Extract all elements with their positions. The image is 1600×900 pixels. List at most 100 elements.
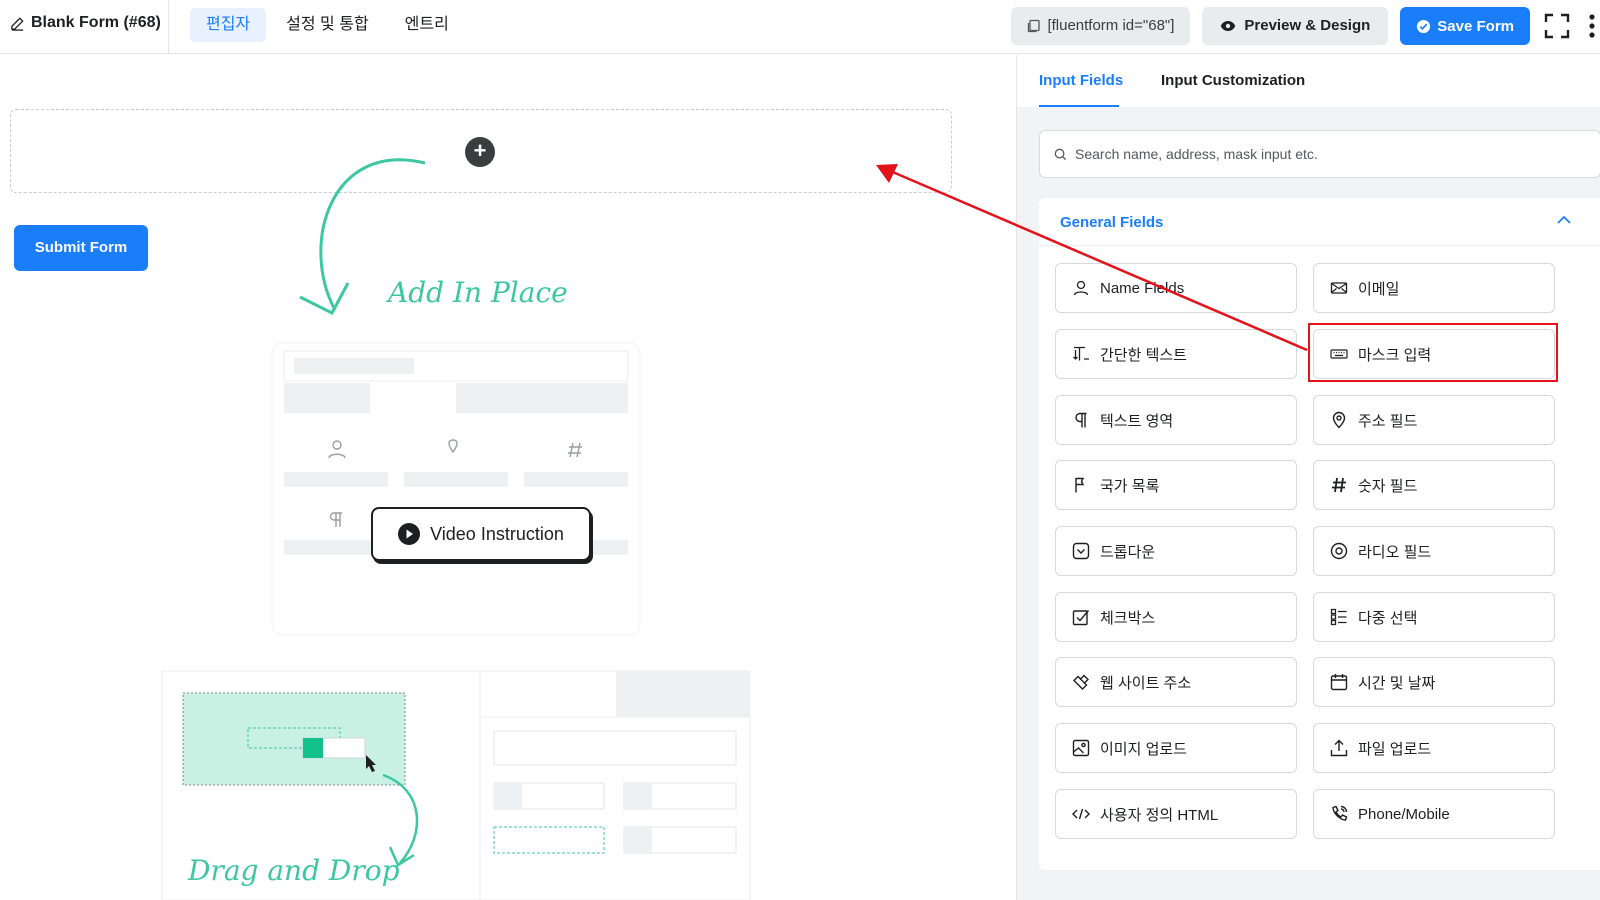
top-bar: Blank Form (#68) 편집자 설정 및 통합 엔트리 [fluent… xyxy=(0,0,1600,54)
mock-drag-area xyxy=(182,692,406,786)
link-icon xyxy=(1073,674,1089,690)
field-label: 시간 및 날짜 xyxy=(1358,674,1436,692)
field-label: 이메일 xyxy=(1358,280,1400,298)
field-image-upload[interactable]: 이미지 업로드 xyxy=(1055,723,1297,773)
mock-input xyxy=(623,826,737,854)
field-textarea[interactable]: 텍스트 영역 xyxy=(1055,395,1297,445)
field-label: 주소 필드 xyxy=(1358,412,1418,430)
fullscreen-button[interactable] xyxy=(1542,11,1572,41)
more-vertical-icon xyxy=(1589,14,1595,38)
envelope-icon xyxy=(1330,282,1348,294)
save-label: Save Form xyxy=(1437,17,1514,35)
multi-select-icon xyxy=(1330,608,1347,626)
mock-bar xyxy=(624,827,652,853)
add-in-place-text: Add In Place xyxy=(385,276,568,309)
mock-input xyxy=(493,782,605,810)
toolbar-actions: [fluentform id="68"] Preview & Design Sa… xyxy=(1011,7,1600,45)
field-phone[interactable]: Phone/Mobile xyxy=(1313,789,1555,839)
field-email[interactable]: 이메일 xyxy=(1313,263,1555,313)
field-multi-select[interactable]: 다중 선택 xyxy=(1313,592,1555,642)
more-menu-button[interactable] xyxy=(1584,11,1600,41)
drag-and-drop-text: Drag and Drop xyxy=(187,854,400,887)
tab-editor[interactable]: 편집자 xyxy=(190,8,267,42)
tab-input-fields[interactable]: Input Fields xyxy=(1039,72,1123,89)
submit-form-button[interactable]: Submit Form xyxy=(14,225,148,271)
curved-arrow xyxy=(382,773,419,864)
field-website-url[interactable]: 웹 사이트 주소 xyxy=(1055,657,1297,707)
field-label: 숫자 필드 xyxy=(1358,477,1418,495)
mock-drag-ghost xyxy=(247,727,341,749)
mock-bar xyxy=(283,350,629,382)
form-title-text: Blank Form (#68) xyxy=(31,14,161,31)
pointer-hand-icon xyxy=(366,755,376,772)
field-label: 체크박스 xyxy=(1100,609,1156,627)
play-icon xyxy=(398,523,421,545)
field-checkbox[interactable]: 체크박스 xyxy=(1055,592,1297,642)
mock-drag-item xyxy=(302,737,366,759)
shortcode-text: [fluentform id="68"] xyxy=(1047,17,1175,34)
tab-settings[interactable]: 설정 및 통합 xyxy=(270,8,385,42)
field-search xyxy=(1039,130,1600,178)
field-label: Name Fields xyxy=(1100,279,1185,297)
save-form-button[interactable]: Save Form xyxy=(1400,7,1530,45)
general-fields-header[interactable]: General Fields xyxy=(1039,198,1600,246)
field-country-list[interactable]: 국가 목록 xyxy=(1055,460,1297,510)
phone-icon xyxy=(1332,805,1348,821)
mock-bar xyxy=(294,358,414,374)
chevron-up-icon xyxy=(1557,215,1571,224)
dropdown-icon xyxy=(1072,542,1090,560)
tab-input-customization[interactable]: Input Customization xyxy=(1161,72,1305,89)
flag-icon xyxy=(1075,477,1085,493)
paragraph-icon xyxy=(1075,412,1087,428)
field-radio[interactable]: 라디오 필드 xyxy=(1313,526,1555,576)
field-simple-text[interactable]: 간단한 텍스트 xyxy=(1055,329,1297,379)
video-instruction-button[interactable]: Video Instruction xyxy=(371,507,591,561)
radio-icon xyxy=(1330,542,1348,560)
group-title: General Fields xyxy=(1060,214,1164,231)
field-custom-html[interactable]: 사용자 정의 HTML xyxy=(1055,789,1297,839)
field-numeric[interactable]: 숫자 필드 xyxy=(1313,460,1555,510)
field-dropdown[interactable]: 드롭다운 xyxy=(1055,526,1297,576)
mock-bar xyxy=(616,671,750,717)
calendar-icon xyxy=(1330,674,1348,691)
mock-drag-handle xyxy=(303,738,323,758)
mock-bar xyxy=(404,472,508,487)
mask-input-highlight xyxy=(1308,323,1558,382)
field-label: 간단한 텍스트 xyxy=(1100,346,1187,364)
tab-entries[interactable]: 엔트리 xyxy=(389,8,465,42)
check-circle-icon xyxy=(1417,19,1431,33)
preview-design-button[interactable]: Preview & Design xyxy=(1202,7,1389,45)
add-field-button[interactable]: + xyxy=(465,137,495,167)
text-icon xyxy=(1073,346,1089,361)
upload-icon xyxy=(1330,739,1348,757)
mock-bar xyxy=(284,472,388,487)
fullscreen-icon xyxy=(1544,13,1570,39)
field-name-fields[interactable]: Name Fields xyxy=(1055,263,1297,313)
mock-panel xyxy=(161,670,751,900)
mock-drop-target xyxy=(493,826,605,854)
field-date-time[interactable]: 시간 및 날짜 xyxy=(1313,657,1555,707)
field-label: 다중 선택 xyxy=(1358,609,1418,627)
field-label: 웹 사이트 주소 xyxy=(1100,674,1192,692)
field-label: 드롭다운 xyxy=(1100,543,1156,561)
field-label: 라디오 필드 xyxy=(1358,543,1432,561)
map-pin-icon xyxy=(1332,411,1346,429)
field-label: 사용자 정의 HTML xyxy=(1100,806,1219,824)
field-label: 국가 목록 xyxy=(1100,477,1160,495)
shortcode-button[interactable]: [fluentform id="68"] xyxy=(1011,7,1191,45)
mock-form-card xyxy=(271,342,641,636)
field-file-upload[interactable]: 파일 업로드 xyxy=(1313,723,1555,773)
mock-bar xyxy=(284,540,374,555)
field-label: 이미지 업로드 xyxy=(1100,740,1187,758)
editor-tabs: 편집자 설정 및 통합 엔트리 xyxy=(190,8,465,42)
field-address[interactable]: 주소 필드 xyxy=(1313,395,1555,445)
form-title: Blank Form (#68) xyxy=(10,14,161,32)
person-icon xyxy=(1073,280,1089,296)
search-icon xyxy=(1054,148,1067,160)
search-input[interactable] xyxy=(1075,146,1555,162)
field-label: Phone/Mobile xyxy=(1358,805,1450,823)
panel-tabs: Input Fields Input Customization xyxy=(1017,55,1600,107)
hash-icon xyxy=(1332,477,1346,493)
copy-icon xyxy=(1028,19,1041,33)
mock-bar xyxy=(624,783,652,809)
